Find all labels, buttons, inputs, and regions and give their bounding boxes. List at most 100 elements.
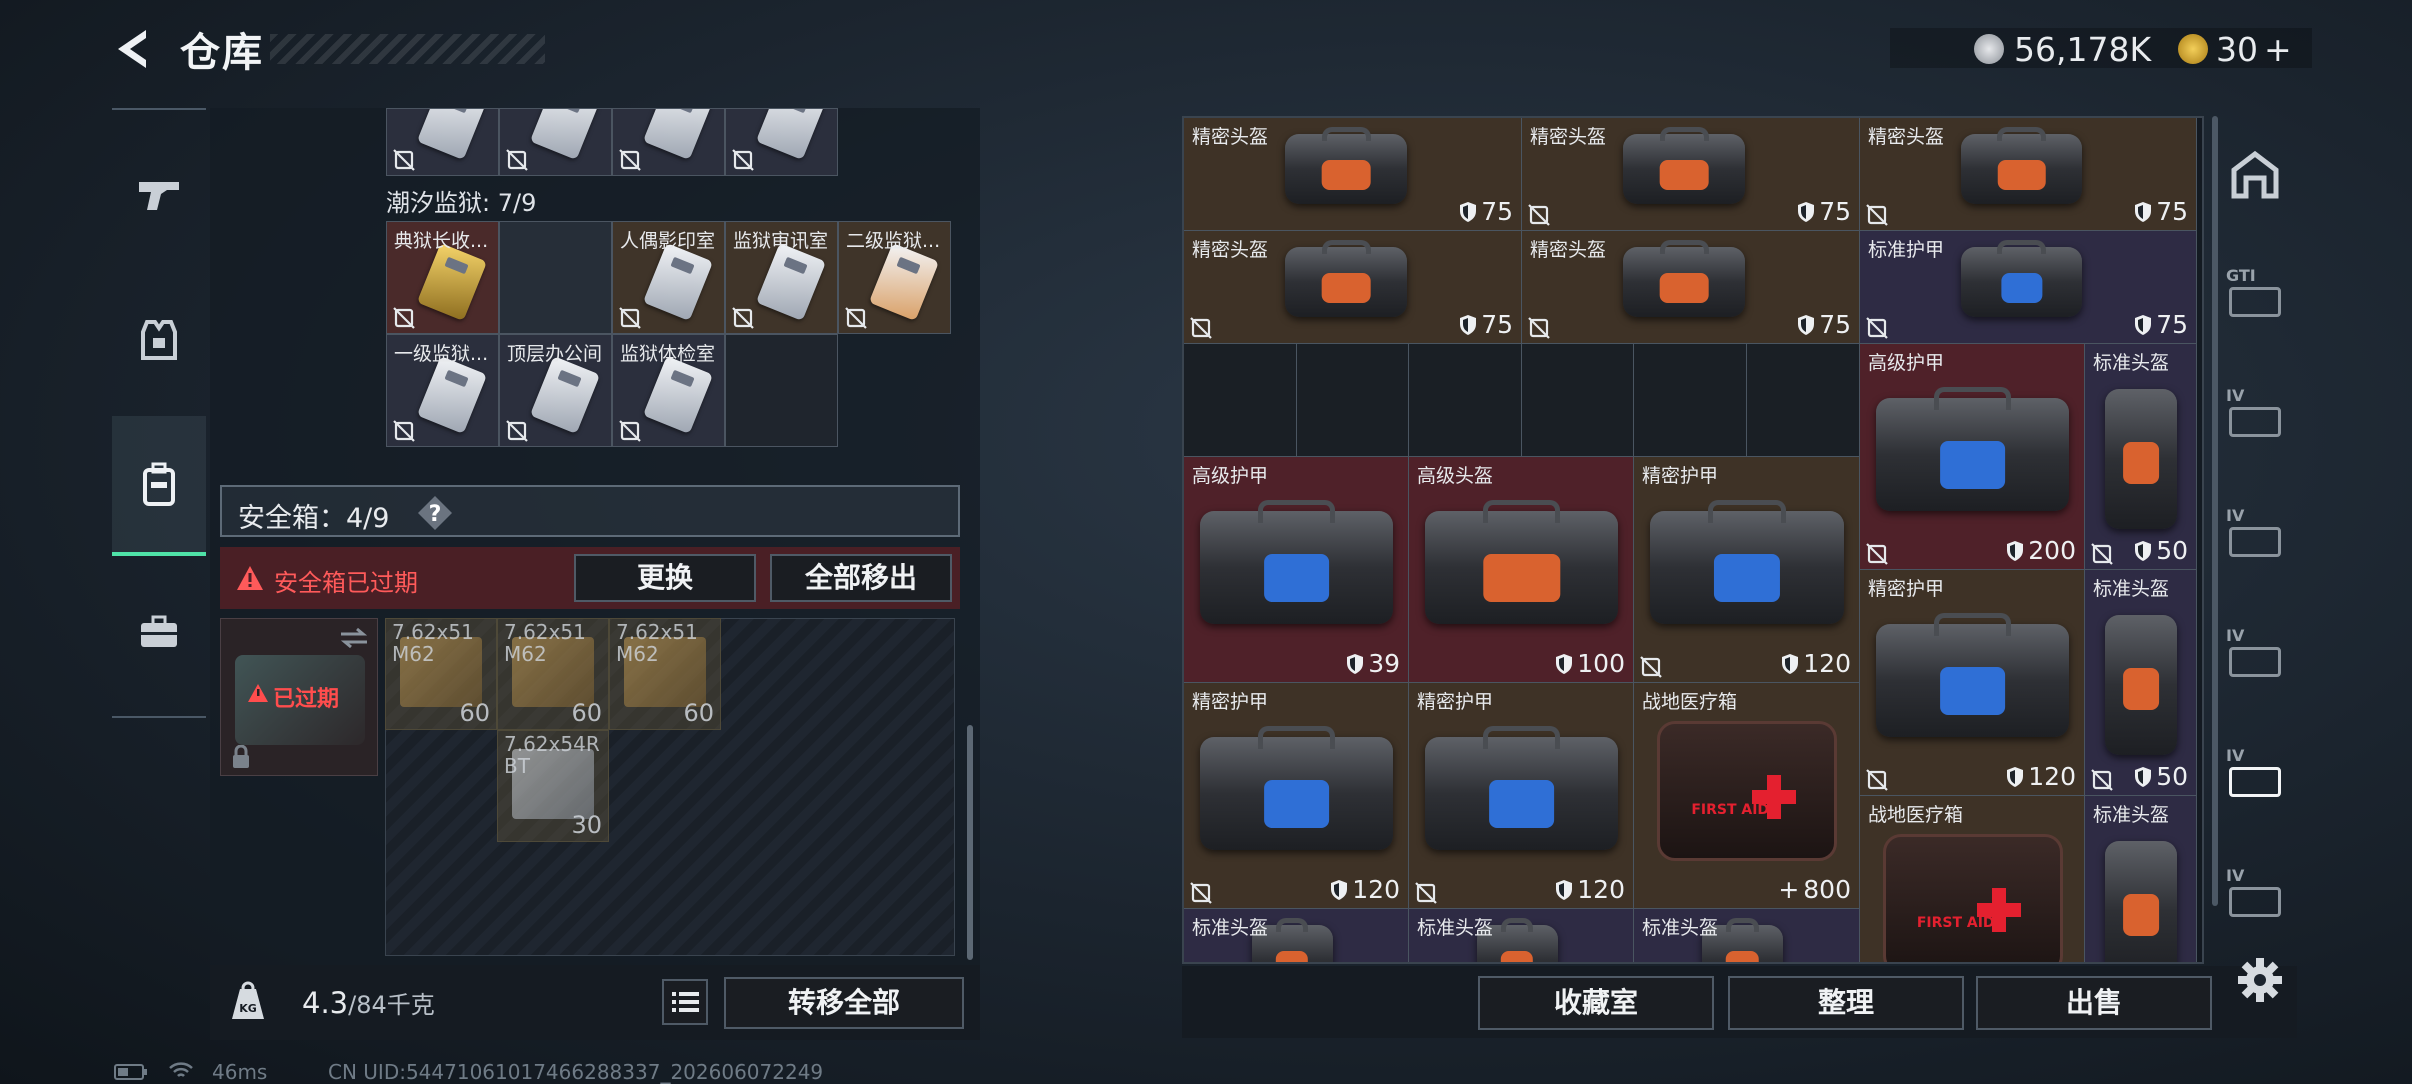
key-card-slot[interactable] (386, 108, 499, 176)
stash-page-tab[interactable]: IV (2220, 496, 2290, 566)
list-view-button[interactable] (662, 979, 708, 1025)
gold-coin-icon (2178, 34, 2208, 64)
bag-handle (1726, 917, 1759, 932)
stash-item-slot[interactable]: 精密头盔 75 (1522, 231, 1860, 344)
no-insure-icon (619, 307, 641, 329)
stash-item-slot[interactable]: FIRST AID 战地医疗箱 (1860, 796, 2085, 962)
inventory-scrollbar[interactable] (967, 725, 973, 960)
tab-container[interactable] (112, 416, 206, 556)
no-insure-icon (506, 420, 528, 442)
key-card-slot[interactable]: 一级监狱... (386, 334, 499, 447)
stash-item-slot[interactable]: 精密头盔 75 (1860, 118, 2197, 231)
first-aid-text: FIRST AID (1691, 802, 1770, 819)
armor-plate (2001, 273, 2043, 303)
tab-weapons[interactable] (112, 124, 206, 264)
silver-coin-icon (1974, 34, 2004, 64)
durability-value: 120 (1803, 649, 1851, 678)
ammo-slot[interactable]: 7.62x51 M62 60 (497, 618, 609, 730)
ammo-slot[interactable]: 7.62x51 M62 60 (609, 618, 721, 730)
durability-shield-icon (1798, 315, 1815, 335)
empty-stash-slot[interactable] (1184, 344, 1297, 457)
helmet-patch (1500, 951, 1534, 962)
stash-item-slot[interactable]: 标准头盔 (1184, 909, 1409, 962)
help-icon[interactable]: ? (417, 495, 453, 531)
stash-item-slot[interactable]: 精密头盔 75 (1522, 118, 1860, 231)
stash-page-tab[interactable]: GTI (2220, 256, 2290, 326)
replace-button[interactable]: 更换 (574, 554, 756, 602)
empty-stash-slot[interactable] (1409, 344, 1522, 457)
safe-case-slot[interactable]: 已过期 (220, 618, 378, 776)
ping-text: 46ms (212, 1060, 268, 1084)
transfer-all-button[interactable]: 转移全部 (724, 977, 964, 1029)
no-insure-icon (393, 149, 415, 171)
no-insure-icon (732, 149, 754, 171)
durability-shield-icon (1782, 654, 1799, 674)
key-card-slot[interactable] (499, 108, 612, 176)
key-card-slot[interactable] (612, 108, 725, 176)
stash-item-label: 精密头盔 (1530, 239, 1607, 261)
ammo-slot[interactable]: 7.62x51 M62 60 (385, 618, 497, 730)
empty-stash-slot[interactable] (1297, 344, 1409, 457)
stash-item-label: 标准头盔 (2093, 578, 2170, 600)
stash-item-slot[interactable]: 精密头盔 75 (1184, 231, 1522, 344)
stash-page-icon (2229, 406, 2281, 437)
stash-page-tab[interactable]: IV (2220, 616, 2290, 686)
ammo-count: 60 (683, 699, 714, 727)
sort-button[interactable]: 整理 (1728, 976, 1964, 1030)
stash-item-value: 120 (1781, 649, 1851, 678)
collection-room-button[interactable]: 收藏室 (1478, 976, 1714, 1030)
stash-item-slot[interactable]: 精密护甲 120 (1860, 570, 2085, 796)
stash-item-value: 120 (1330, 875, 1400, 904)
stash-item-slot[interactable]: 标准护甲 75 (1860, 231, 2197, 344)
swap-icon[interactable] (339, 627, 369, 649)
key-card-slot[interactable]: 二级监狱... (838, 221, 951, 334)
stash-item-slot[interactable]: 标准头盔 50 (2085, 344, 2197, 570)
key-card-slot[interactable] (499, 221, 612, 334)
empty-stash-slot[interactable] (1522, 344, 1634, 457)
stash-item-slot[interactable]: 高级护甲 200 (1860, 344, 2085, 570)
settings-gear-icon[interactable] (2235, 955, 2285, 1005)
key-card-slot[interactable] (725, 108, 838, 176)
stash-item-slot[interactable]: 标准头盔 50 (2085, 570, 2197, 796)
key-card-image (642, 355, 714, 435)
key-card-image (529, 355, 601, 435)
armor-plate (1939, 667, 2006, 715)
key-card-slot[interactable]: 监狱审讯室 (725, 221, 838, 334)
sell-button[interactable]: 出售 (1976, 976, 2212, 1030)
stash-page-tab[interactable]: IV (2220, 856, 2290, 926)
stash-item-slot[interactable]: FIRST AID 战地医疗箱 +800 (1634, 683, 1860, 909)
tab-toolbox[interactable] (112, 562, 206, 702)
durability-value: 50 (2156, 536, 2188, 565)
wifi-icon (169, 1062, 193, 1077)
stash-item-slot[interactable]: 精密头盔 75 (1184, 118, 1522, 231)
key-card-slot[interactable]: 人偶影印室 (612, 221, 725, 334)
stash-item-slot[interactable]: 标准头盔 (2085, 796, 2197, 962)
stash-item-value: 75 (2134, 310, 2188, 339)
stash-item-slot[interactable]: 精密护甲 120 (1634, 457, 1860, 683)
stash-page-tab[interactable]: IV (2220, 376, 2290, 446)
key-card-slot[interactable]: 监狱体检室 (612, 334, 725, 447)
durability-value: 800 (1803, 875, 1851, 904)
stash-item-slot[interactable]: 标准头盔 (1409, 909, 1634, 962)
stash-item-slot[interactable]: 高级护甲 39 (1184, 457, 1409, 683)
stash-item-slot[interactable]: 高级头盔 100 (1409, 457, 1634, 683)
tab-armor[interactable] (112, 270, 206, 410)
stash-item-slot[interactable]: 精密护甲 120 (1409, 683, 1634, 909)
stash-item-slot[interactable]: 标准头盔 (1634, 909, 1860, 962)
stash-item-value: 75 (1459, 310, 1513, 339)
back-icon[interactable] (110, 24, 160, 74)
stash-page-home[interactable] (2220, 140, 2290, 210)
empty-slot[interactable] (725, 334, 838, 447)
backpack-icon (143, 462, 175, 506)
ammo-slot[interactable]: 7.62x54R BT 30 (497, 730, 609, 842)
stash-page-tab[interactable]: IV (2220, 736, 2290, 806)
move-all-out-button[interactable]: 全部移出 (770, 554, 952, 602)
empty-stash-slot[interactable] (1634, 344, 1747, 457)
stash-item-label: 高级护甲 (1192, 465, 1269, 487)
empty-stash-slot[interactable] (1747, 344, 1860, 457)
key-card-slot[interactable]: 顶层办公间 (499, 334, 612, 447)
gold-plus-button[interactable]: + (2264, 30, 2292, 69)
stash-page-label: IV (2226, 385, 2245, 405)
key-card-slot[interactable]: 典狱长收... (386, 221, 499, 334)
stash-item-slot[interactable]: 精密护甲 120 (1184, 683, 1409, 909)
